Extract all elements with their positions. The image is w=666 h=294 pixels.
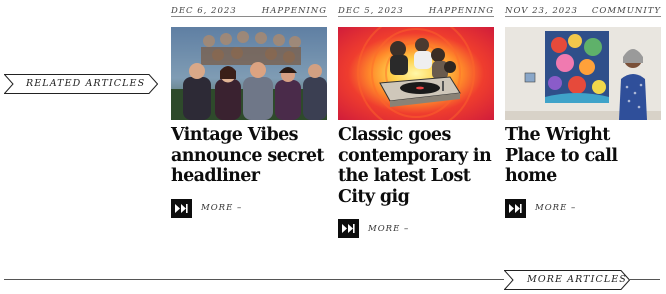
more-link[interactable]: MORE – [171, 198, 327, 218]
double-chevron-right-icon[interactable] [505, 198, 526, 218]
article-category[interactable]: HAPPENING [429, 6, 494, 16]
article-title[interactable]: Classic goes contemporary in the latest … [338, 125, 494, 207]
double-chevron-right-icon[interactable] [338, 219, 359, 238]
more-link[interactable]: MORE – [338, 219, 494, 238]
article-card[interactable]: DEC 5, 2023 HAPPENING Classic goes conte… [338, 0, 494, 238]
article-date: NOV 23, 2023 [505, 6, 578, 16]
related-articles-tag: RELATED ARTICLES [4, 74, 158, 94]
article-card[interactable]: NOV 23, 2023 COMMUNITY The Wright Place … [505, 0, 661, 218]
double-chevron-right-icon[interactable] [171, 198, 192, 218]
article-category[interactable]: COMMUNITY [592, 6, 661, 16]
article-meta: NOV 23, 2023 COMMUNITY [505, 0, 661, 17]
article-meta: DEC 6, 2023 HAPPENING [171, 0, 327, 17]
more-label[interactable]: MORE – [368, 224, 409, 234]
article-title[interactable]: Vintage Vibes announce secret headliner [171, 125, 327, 187]
article-title[interactable]: The Wright Place to call home [505, 125, 661, 187]
article-image[interactable] [505, 27, 661, 120]
article-card[interactable]: DEC 6, 2023 HAPPENING Vintage Vibes anno… [171, 0, 327, 218]
more-articles-button[interactable]: MORE ARTICLES [504, 270, 630, 290]
more-label[interactable]: MORE – [201, 203, 242, 213]
article-image[interactable] [171, 27, 327, 120]
more-label[interactable]: MORE – [535, 203, 576, 213]
article-image[interactable] [338, 27, 494, 120]
article-category[interactable]: HAPPENING [262, 6, 327, 16]
article-date: DEC 5, 2023 [338, 6, 404, 16]
article-date: DEC 6, 2023 [171, 6, 237, 16]
more-articles-label[interactable]: MORE ARTICLES [527, 274, 627, 285]
more-link[interactable]: MORE – [505, 198, 661, 218]
related-articles-label: RELATED ARTICLES [26, 78, 146, 89]
article-meta: DEC 5, 2023 HAPPENING [338, 0, 494, 17]
